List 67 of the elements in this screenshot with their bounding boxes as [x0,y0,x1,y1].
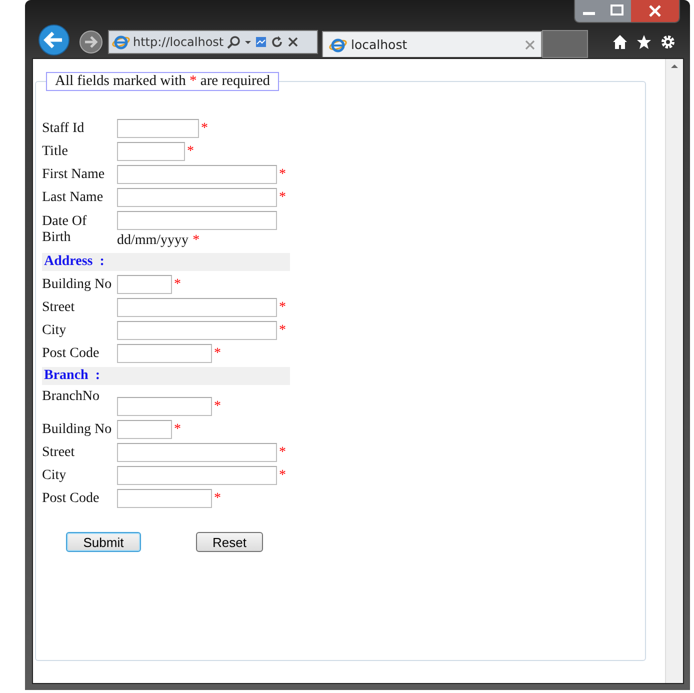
field-label: Building No [42,422,112,438]
field-label: City [42,322,68,338]
field-label: Last Name [42,190,104,206]
input-field[interactable] [117,466,277,485]
format-hint: dd/mm/yyyy [117,233,189,249]
field-label: Post Code [42,346,100,362]
input-field[interactable] [117,420,172,439]
address-bar[interactable]: http://localhost [108,30,318,54]
required-mark: * [279,300,286,316]
required-mark: * [279,322,286,338]
field-label: Building No [42,276,112,292]
input-field[interactable] [117,275,172,294]
required-mark: * [187,144,194,160]
reset-button[interactable]: Reset [196,532,263,552]
browser-logo-icon [112,34,130,50]
required-mark: * [279,444,286,460]
required-mark: * [214,346,221,362]
field-label: City [42,468,68,484]
required-mark: * [279,468,286,484]
field-label: First Name [42,166,106,182]
scrollbar[interactable] [665,59,683,683]
section-heading: Branch : [42,367,290,385]
home-icon[interactable] [612,34,628,50]
required-mark: * [214,398,221,414]
close-icon[interactable] [631,0,679,22]
address-text: http://localhost [133,35,224,49]
stop-icon[interactable] [286,35,299,49]
forward-icon[interactable] [78,29,104,55]
required-mark: * [279,190,286,206]
minimize-icon[interactable] [575,0,603,22]
required-mark: * [174,422,181,438]
search-icon[interactable] [226,35,241,49]
input-field[interactable] [117,489,212,508]
field-label: Street [42,444,76,460]
field-label: Street [42,300,76,316]
field-label: BranchNo [42,389,101,405]
settings-icon[interactable] [660,34,676,50]
field-label: Title [42,144,69,160]
input-field[interactable] [117,165,277,184]
required-mark: * [174,276,181,292]
submit-button[interactable]: Submit [66,532,141,552]
new-tab[interactable] [542,30,588,58]
browser-logo-icon [329,36,347,52]
input-field[interactable] [117,119,199,138]
browser-tab[interactable]: localhost [322,31,542,57]
input-field[interactable] [117,211,277,230]
required-mark: * [279,166,286,182]
required-mark: * [201,120,208,136]
field-label: Post Code [42,490,100,506]
field-label: Staff Id [42,120,86,136]
close-icon[interactable] [525,40,535,50]
input-field[interactable] [117,188,277,207]
refresh-icon[interactable] [270,35,284,49]
input-field[interactable] [117,321,277,340]
field-label: Date Of Birth [42,214,88,246]
input-field[interactable] [117,443,277,462]
required-mark: * [214,490,221,506]
section-heading: Address : [42,253,290,271]
star-icon[interactable] [636,34,652,50]
required-note: All fields marked with * are required [46,72,280,91]
required-mark: * [192,233,200,249]
input-field[interactable] [117,397,212,416]
maximize-icon[interactable] [603,0,631,22]
input-field[interactable] [117,344,212,363]
page-icon[interactable] [254,35,267,49]
input-field[interactable] [117,142,185,161]
input-field[interactable] [117,298,277,317]
